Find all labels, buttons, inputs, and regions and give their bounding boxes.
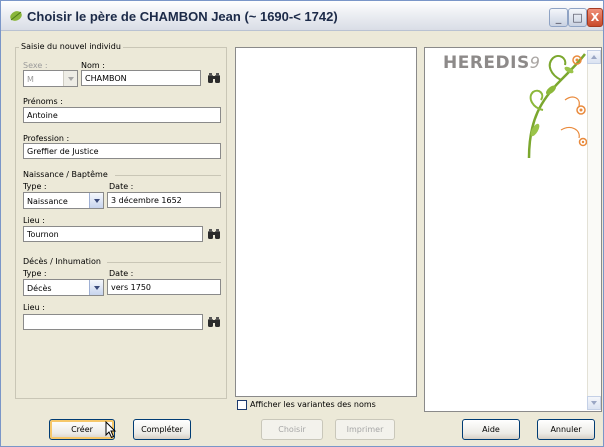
naissance-date-field[interactable]: 3 décembre 1652 — [107, 192, 221, 208]
name-variants-checkbox[interactable] — [237, 400, 247, 410]
deces-type-label: Type : — [23, 269, 47, 278]
deces-date-field[interactable]: vers 1750 — [107, 279, 221, 295]
window-title: Choisir le père de CHAMBON Jean (~ 1690-… — [27, 9, 338, 24]
prenoms-label: Prénoms : — [23, 97, 63, 106]
close-button[interactable]: X — [587, 8, 603, 27]
scroll-up-icon[interactable] — [587, 50, 601, 64]
naissance-section-title: Naissance / Baptême — [23, 170, 108, 179]
heredis-leaf-icon — [10, 11, 22, 21]
choose-father-dialog: Choisir le père de CHAMBON Jean (~ 1690-… — [0, 0, 604, 447]
choose-button[interactable]: Choisir — [261, 419, 323, 440]
maximize-button[interactable]: □ — [568, 8, 587, 27]
profession-field[interactable]: Greffier de Justice — [23, 143, 221, 159]
binoculars-icon[interactable] — [207, 72, 221, 84]
scroll-down-icon[interactable] — [587, 396, 601, 410]
results-list[interactable] — [235, 47, 417, 397]
sexe-value: M — [27, 75, 34, 84]
help-button[interactable]: Aide — [462, 419, 520, 440]
chevron-down-icon — [89, 193, 103, 208]
naissance-separator — [115, 175, 221, 176]
deces-date-label: Date : — [109, 269, 134, 278]
nom-field[interactable]: CHAMBON — [81, 70, 201, 86]
name-variants-label[interactable]: Afficher les variantes des noms — [250, 400, 376, 409]
naissance-lieu-label: Lieu : — [23, 216, 45, 225]
naissance-type-value: Naissance — [27, 197, 68, 206]
cancel-button[interactable]: Annuler — [537, 419, 595, 440]
sexe-label: Sexe : — [23, 61, 48, 70]
prenoms-field[interactable]: Antoine — [23, 107, 221, 123]
close-icon: X — [590, 11, 600, 24]
mouse-cursor-icon — [105, 421, 117, 439]
chevron-down-icon — [89, 280, 103, 295]
deces-lieu-label: Lieu : — [23, 303, 45, 312]
new-individual-group-title: Saisie du nouvel individu — [19, 42, 123, 51]
print-button[interactable]: Imprimer — [335, 419, 395, 440]
title-bar[interactable]: Choisir le père de CHAMBON Jean (~ 1690-… — [1, 1, 603, 31]
branding-scrollbar[interactable] — [587, 50, 601, 410]
naissance-type-label: Type : — [23, 182, 47, 191]
minimize-icon: _ — [555, 11, 562, 24]
floral-swirl-decoration — [527, 53, 587, 159]
deces-type-select[interactable]: Décès — [23, 279, 104, 296]
naissance-lieu-field[interactable]: Tournon — [23, 226, 203, 242]
chevron-down-icon — [63, 71, 77, 86]
naissance-date-label: Date : — [109, 182, 134, 191]
deces-separator — [107, 262, 221, 263]
deces-lieu-field[interactable] — [23, 314, 203, 330]
profession-label: Profession : — [23, 134, 70, 143]
logo-text: HEREDIS — [443, 53, 530, 73]
binoculars-icon[interactable] — [207, 316, 221, 328]
maximize-icon: □ — [572, 11, 583, 24]
naissance-type-select[interactable]: Naissance — [23, 192, 104, 209]
sexe-select[interactable]: M — [23, 70, 78, 87]
complete-button[interactable]: Compléter — [133, 419, 191, 440]
minimize-button[interactable]: _ — [549, 8, 568, 27]
deces-section-title: Décès / Inhumation — [23, 257, 101, 266]
nom-label: Nom : — [81, 61, 105, 70]
deces-type-value: Décès — [27, 284, 52, 293]
binoculars-icon[interactable] — [207, 228, 221, 240]
